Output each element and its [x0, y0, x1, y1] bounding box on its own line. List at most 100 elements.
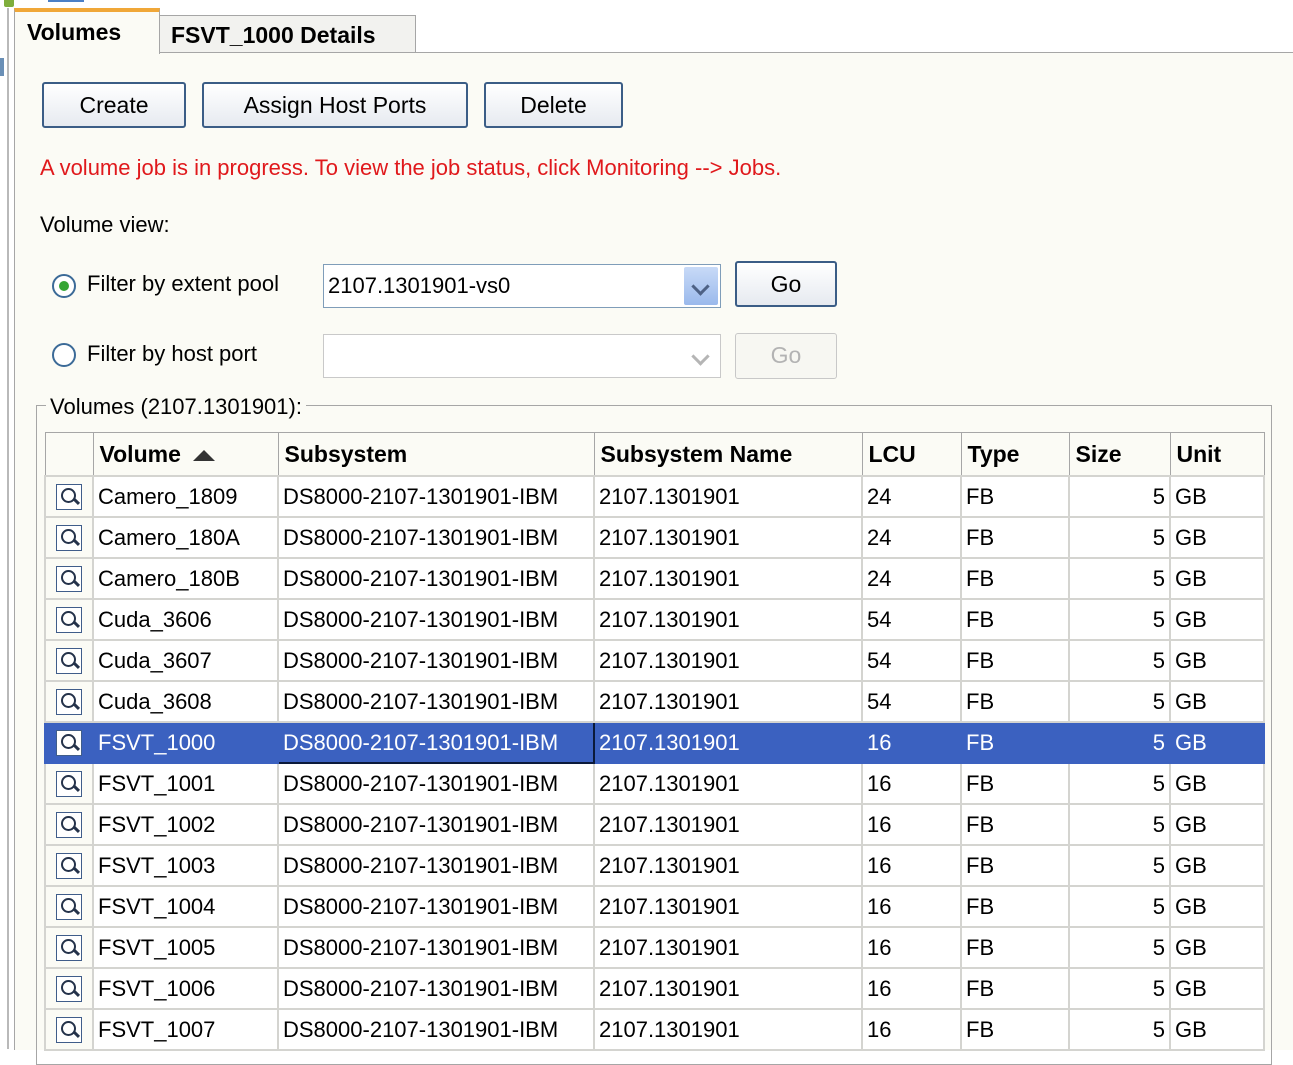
table-row[interactable]: Cuda_3607 DS8000-2107-1301901-IBM 2107.130…	[44, 639, 1265, 682]
app-logo-icon	[4, 0, 84, 8]
cell-subsystem-name: 2107.1301901	[593, 844, 863, 887]
table-row[interactable]: Cuda_3608 DS8000-2107-1301901-IBM 2107.130…	[44, 680, 1265, 723]
cell-size: 5	[1068, 885, 1171, 928]
cell-volume: FSVT_1005	[92, 926, 279, 969]
magnifier-icon[interactable]	[56, 607, 82, 634]
cell-volume: Cuda_3606	[92, 598, 279, 641]
header-unit[interactable]: Unit	[1169, 432, 1265, 477]
chevron-down-icon[interactable]	[684, 267, 718, 305]
magnifier-icon[interactable]	[56, 812, 82, 839]
cell-subsystem: DS8000-2107-1301901-IBM	[277, 803, 595, 846]
cell-size: 5	[1068, 762, 1171, 805]
cell-subsystem-name: 2107.1301901	[593, 475, 863, 518]
cell-subsystem-name: 2107.1301901	[593, 1008, 863, 1051]
extent-pool-value: 2107.1301901-vs0	[328, 273, 511, 298]
cell-subsystem-name: 2107.1301901	[593, 721, 863, 764]
cell-lcu: 24	[861, 516, 962, 559]
assign-host-ports-button[interactable]: Assign Host Ports	[202, 82, 468, 128]
header-type[interactable]: Type	[960, 432, 1070, 477]
table-row[interactable]: FSVT_1003 DS8000-2107-1301901-IBM 2107.130…	[44, 844, 1265, 887]
row-details-cell	[44, 926, 94, 969]
magnifier-icon[interactable]	[56, 894, 82, 921]
tab-volumes[interactable]: Volumes	[14, 8, 160, 54]
cell-type: FB	[960, 1008, 1070, 1051]
cell-unit: GB	[1169, 639, 1265, 682]
cell-lcu: 54	[861, 598, 962, 641]
header-volume[interactable]: Volume	[92, 432, 279, 477]
cell-unit: GB	[1169, 762, 1265, 805]
filter-port-label: Filter by host port	[87, 341, 257, 366]
row-details-cell	[44, 680, 94, 723]
filter-port-radio[interactable]	[52, 343, 76, 367]
header-size[interactable]: Size	[1068, 432, 1171, 477]
magnifier-icon[interactable]	[56, 648, 82, 675]
table-row[interactable]: FSVT_1005 DS8000-2107-1301901-IBM 2107.130…	[44, 926, 1265, 969]
cell-subsystem: DS8000-2107-1301901-IBM	[277, 680, 595, 723]
cell-size: 5	[1068, 926, 1171, 969]
header-subsystem[interactable]: Subsystem	[277, 432, 595, 477]
cell-type: FB	[960, 639, 1070, 682]
cell-unit: GB	[1169, 885, 1265, 928]
header-subsystem-name[interactable]: Subsystem Name	[593, 432, 863, 477]
table-row[interactable]: FSVT_1001 DS8000-2107-1301901-IBM 2107.130…	[44, 762, 1265, 805]
cell-lcu: 16	[861, 721, 962, 764]
magnifier-icon[interactable]	[56, 689, 82, 716]
magnifier-icon[interactable]	[56, 525, 82, 552]
magnifier-icon[interactable]	[56, 1017, 82, 1044]
extent-pool-select[interactable]: 2107.1301901-vs0	[323, 264, 721, 308]
cell-type: FB	[960, 885, 1070, 928]
cell-unit: GB	[1169, 557, 1265, 600]
table-row[interactable]: FSVT_1002 DS8000-2107-1301901-IBM 2107.130…	[44, 803, 1265, 846]
table-header-row: Volume Subsystem Subsystem Name LCU Type…	[44, 432, 1265, 477]
cell-unit: GB	[1169, 680, 1265, 723]
table-row[interactable]: FSVT_1007 DS8000-2107-1301901-IBM 2107.130…	[44, 1008, 1265, 1051]
sort-ascending-icon	[192, 449, 215, 461]
table-row[interactable]: FSVT_1006 DS8000-2107-1301901-IBM 2107.130…	[44, 967, 1265, 1010]
cell-size: 5	[1068, 844, 1171, 887]
edge-marker	[0, 58, 4, 76]
table-row[interactable]: FSVT_1004 DS8000-2107-1301901-IBM 2107.130…	[44, 885, 1265, 928]
table-row[interactable]: Cuda_3606 DS8000-2107-1301901-IBM 2107.130…	[44, 598, 1265, 641]
magnifier-icon[interactable]	[56, 730, 82, 757]
magnifier-icon[interactable]	[56, 935, 82, 962]
cell-subsystem: DS8000-2107-1301901-IBM	[277, 557, 595, 600]
cell-lcu: 16	[861, 803, 962, 846]
magnifier-icon[interactable]	[56, 771, 82, 798]
cell-subsystem-name: 2107.1301901	[593, 803, 863, 846]
cell-subsystem: DS8000-2107-1301901-IBM	[277, 967, 595, 1010]
magnifier-icon[interactable]	[56, 484, 82, 511]
magnifier-icon[interactable]	[56, 976, 82, 1003]
go-port-button[interactable]: Go	[735, 333, 837, 379]
cell-volume: Cuda_3608	[92, 680, 279, 723]
volumes-group-title: Volumes (2107.1301901):	[46, 394, 306, 420]
tab-fsvt-details[interactable]: FSVT_1000 Details	[158, 15, 416, 55]
cell-subsystem-name: 2107.1301901	[593, 516, 863, 559]
chevron-down-icon[interactable]	[684, 337, 718, 375]
cell-volume: FSVT_1001	[92, 762, 279, 805]
cell-volume: Camero_180B	[92, 557, 279, 600]
cell-lcu: 24	[861, 557, 962, 600]
table-row[interactable]: Camero_180B DS8000-2107-1301901-IBM 2107.1…	[44, 557, 1265, 600]
cell-lcu: 16	[861, 1008, 962, 1051]
table-row[interactable]: Camero_1809 DS8000-2107-1301901-IBM 2107.1…	[44, 475, 1265, 518]
table-row[interactable]: Camero_180A DS8000-2107-1301901-IBM 2107.1…	[44, 516, 1265, 559]
cell-type: FB	[960, 598, 1070, 641]
cell-unit: GB	[1169, 721, 1265, 764]
cell-lcu: 54	[861, 639, 962, 682]
row-details-cell	[44, 475, 94, 518]
cell-subsystem-name: 2107.1301901	[593, 557, 863, 600]
create-button[interactable]: Create	[42, 82, 186, 128]
host-port-select[interactable]	[323, 334, 721, 378]
delete-button[interactable]: Delete	[484, 82, 623, 128]
magnifier-icon[interactable]	[56, 566, 82, 593]
cell-subsystem: DS8000-2107-1301901-IBM	[277, 762, 595, 805]
cell-type: FB	[960, 721, 1070, 764]
cell-subsystem: DS8000-2107-1301901-IBM	[277, 516, 595, 559]
magnifier-icon[interactable]	[56, 853, 82, 880]
go-pool-button[interactable]: Go	[735, 261, 837, 307]
cell-lcu: 16	[861, 967, 962, 1010]
cell-subsystem: DS8000-2107-1301901-IBM	[277, 885, 595, 928]
table-row[interactable]: FSVT_1000 DS8000-2107-1301901-IBM 2107.130…	[44, 721, 1265, 764]
filter-pool-radio[interactable]	[52, 274, 76, 298]
header-lcu[interactable]: LCU	[861, 432, 962, 477]
